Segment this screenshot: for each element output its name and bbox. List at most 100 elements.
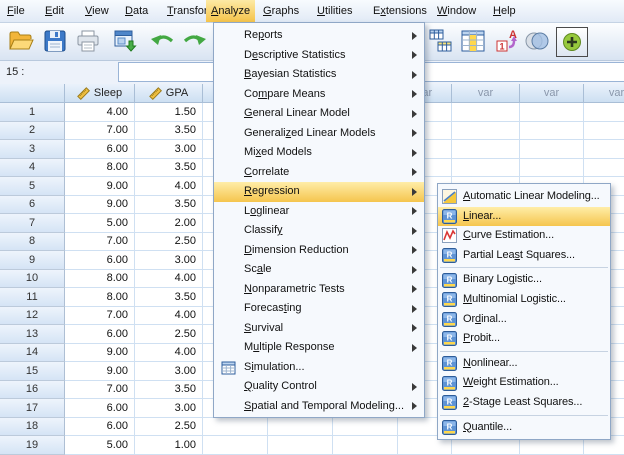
menu-item-general-linear-model[interactable]: General Linear Model [214,104,424,124]
menu-item-bayesian-statistics[interactable]: Bayesian Statistics [214,65,424,85]
row-header-12[interactable]: 12 [0,306,65,325]
row-header-2[interactable]: 2 [0,121,65,140]
cell-sleep-15[interactable]: 9.00 [65,362,135,381]
cell-gpa-7[interactable]: 2.00 [135,214,203,233]
menubar-item-utilities[interactable]: Utilities [312,0,357,22]
menubar-item-extensions[interactable]: Extensions [368,0,432,22]
cell-sleep-7[interactable]: 5.00 [65,214,135,233]
row-header-7[interactable]: 7 [0,214,65,233]
cell-gpa-4[interactable]: 3.50 [135,158,203,177]
recall-dialogs-button[interactable] [110,26,140,56]
submenu-item-binary-logistic[interactable]: Binary Logistic... R [438,270,610,290]
submenu-item-partial-least-squares[interactable]: Partial Least Squares... R [438,246,610,266]
submenu-item-linear[interactable]: Linear... R [438,206,610,227]
menu-item-generalized-linear-models[interactable]: Generalized Linear Models [214,124,424,144]
cell-var-empty[interactable] [452,158,520,177]
show-all-variables-button[interactable] [556,27,588,57]
redo-button[interactable] [181,26,208,56]
grid-corner-cell[interactable] [0,84,65,103]
cell-var-empty[interactable] [520,121,584,140]
cell-sleep-16[interactable]: 7.00 [65,380,135,399]
row-header-4[interactable]: 4 [0,158,65,177]
cell-var-empty[interactable] [268,436,333,455]
save-button[interactable] [42,26,68,56]
cell-gpa-6[interactable]: 3.50 [135,195,203,214]
row-header-15[interactable]: 15 [0,362,65,381]
cell-sleep-17[interactable]: 6.00 [65,399,135,418]
cell-gpa-5[interactable]: 4.00 [135,177,203,196]
column-header-var[interactable]: var [452,84,520,103]
row-header-11[interactable]: 11 [0,288,65,307]
menu-item-multiple-response[interactable]: Multiple Response [214,338,424,358]
cell-sleep-13[interactable]: 6.00 [65,325,135,344]
undo-button[interactable] [148,26,175,56]
cell-gpa-16[interactable]: 3.50 [135,380,203,399]
cell-var-empty[interactable] [520,140,584,159]
column-header-sleep[interactable]: Sleep [65,84,135,103]
cell-var-empty[interactable] [584,121,624,140]
row-header-14[interactable]: 14 [0,343,65,362]
cell-var-empty[interactable] [268,417,333,436]
cell-sleep-4[interactable]: 8.00 [65,158,135,177]
cell-sleep-18[interactable]: 6.00 [65,417,135,436]
submenu-item-nonlinear[interactable]: Nonlinear... R [438,354,610,374]
submenu-item-weight-estimation[interactable]: Weight Estimation... R [438,373,610,393]
cell-gpa-13[interactable]: 2.50 [135,325,203,344]
menu-item-scale[interactable]: Scale [214,260,424,280]
cell-var-empty[interactable] [452,103,520,122]
row-header-19[interactable]: 19 [0,436,65,455]
row-header-3[interactable]: 3 [0,140,65,159]
submenu-item-multinomial-logistic[interactable]: Multinomial Logistic... R [438,290,610,310]
use-variable-sets-button[interactable] [522,26,551,56]
value-labels-button[interactable]: 1A [494,26,521,56]
cell-var-empty[interactable] [333,417,398,436]
column-header-gpa[interactable]: GPA [135,84,203,103]
menu-item-loglinear[interactable]: Loglinear [214,202,424,222]
cell-sleep-14[interactable]: 9.00 [65,343,135,362]
row-header-18[interactable]: 18 [0,417,65,436]
cell-gpa-19[interactable]: 1.00 [135,436,203,455]
row-header-10[interactable]: 10 [0,269,65,288]
submenu-item-quantile[interactable]: Quantile... R [438,418,610,438]
cell-sleep-3[interactable]: 6.00 [65,140,135,159]
cell-gpa-2[interactable]: 3.50 [135,121,203,140]
cell-sleep-19[interactable]: 5.00 [65,436,135,455]
row-header-6[interactable]: 6 [0,195,65,214]
menu-item-reports[interactable]: Reports [214,26,424,46]
cell-sleep-10[interactable]: 8.00 [65,269,135,288]
row-header-13[interactable]: 13 [0,325,65,344]
menu-item-simulation[interactable]: Simulation... [214,358,424,378]
insert-variable-button[interactable] [459,26,486,56]
cell-sleep-12[interactable]: 7.00 [65,306,135,325]
cell-gpa-8[interactable]: 2.50 [135,232,203,251]
cell-var-empty[interactable] [584,158,624,177]
cell-sleep-1[interactable]: 4.00 [65,103,135,122]
row-header-17[interactable]: 17 [0,399,65,418]
column-header-var[interactable]: var [520,84,584,103]
menu-item-forecasting[interactable]: Forecasting [214,299,424,319]
cell-var-empty[interactable] [203,436,268,455]
menu-item-descriptive-statistics[interactable]: Descriptive Statistics [214,46,424,66]
row-header-1[interactable]: 1 [0,103,65,122]
cell-var-empty[interactable] [452,121,520,140]
cell-gpa-11[interactable]: 3.50 [135,288,203,307]
row-header-9[interactable]: 9 [0,251,65,270]
submenu-item-curve-estimation[interactable]: Curve Estimation... [438,226,610,246]
cell-sleep-2[interactable]: 7.00 [65,121,135,140]
submenu-item-2-stage-least-squares[interactable]: 2-Stage Least Squares... R [438,393,610,413]
menu-item-mixed-models[interactable]: Mixed Models [214,143,424,163]
cell-sleep-6[interactable]: 9.00 [65,195,135,214]
row-header-16[interactable]: 16 [0,380,65,399]
cell-gpa-12[interactable]: 4.00 [135,306,203,325]
row-header-5[interactable]: 5 [0,177,65,196]
print-button[interactable] [74,26,102,56]
split-file-button[interactable] [427,26,454,56]
column-header-var[interactable]: var [584,84,624,103]
menubar-item-graphs[interactable]: Graphs [258,0,304,22]
menubar-item-help[interactable]: Help [488,0,521,22]
menu-item-classify[interactable]: Classify [214,221,424,241]
cell-gpa-18[interactable]: 2.50 [135,417,203,436]
cell-gpa-14[interactable]: 4.00 [135,343,203,362]
open-data-button[interactable] [6,26,36,56]
menu-item-compare-means[interactable]: Compare Means [214,85,424,105]
